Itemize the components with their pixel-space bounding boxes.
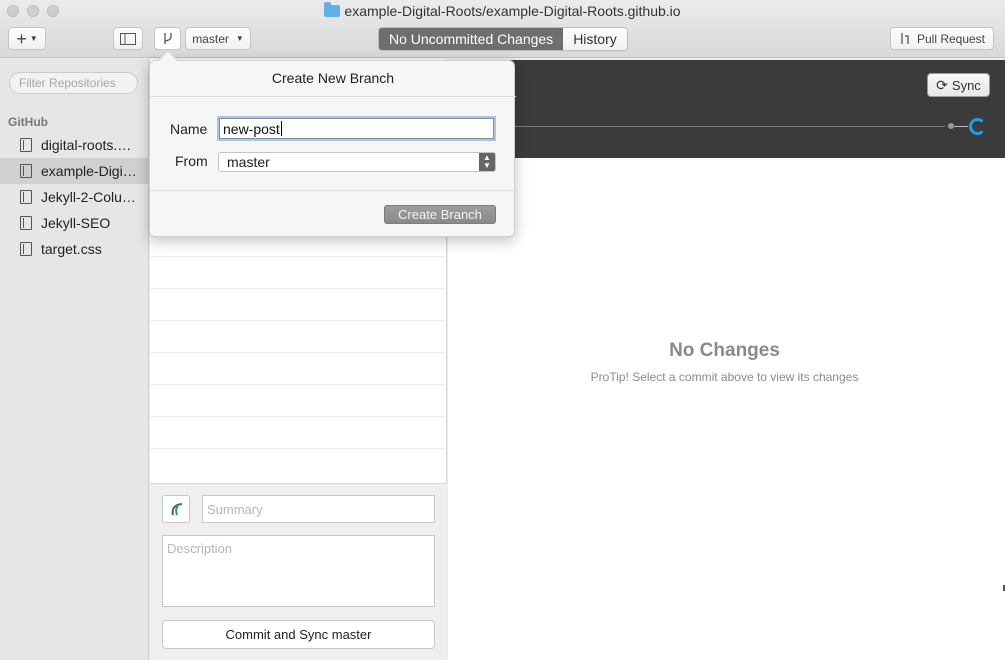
sidebar-icon bbox=[120, 32, 136, 45]
commit-panel: Summary Description Commit and Sync mast… bbox=[150, 483, 447, 660]
repo-icon bbox=[20, 242, 32, 256]
summary-input[interactable]: Summary bbox=[202, 495, 435, 523]
timeline-current-ring[interactable] bbox=[969, 118, 986, 135]
name-label: Name bbox=[170, 121, 208, 137]
list-divider bbox=[150, 448, 447, 449]
sidebar-item-repo[interactable]: digital-roots.gi… bbox=[0, 132, 149, 158]
history-timeline-bar: ⟳ Sync bbox=[448, 60, 1005, 158]
from-branch-select[interactable]: master ▲ ▼ bbox=[218, 152, 496, 172]
branch-select[interactable]: master ▼ bbox=[185, 27, 251, 50]
repo-label: digital-roots.gi… bbox=[41, 137, 138, 153]
sidebar-item-repo[interactable]: Jekyll-2-Colu… bbox=[0, 184, 149, 210]
plus-icon: + bbox=[16, 28, 27, 49]
sidebar-item-repo[interactable]: Jekyll-SEO bbox=[0, 210, 149, 236]
tab-uncommitted-changes[interactable]: No Uncommitted Changes bbox=[379, 28, 564, 50]
text-cursor bbox=[280, 121, 282, 136]
chevron-down-icon: ▼ bbox=[29, 34, 38, 43]
repo-label: Jekyll-SEO bbox=[41, 215, 111, 231]
window-title: example-Digital-Roots/example-Digital-Ro… bbox=[0, 2, 1005, 19]
empty-state-hint: ProTip! Select a commit above to view it… bbox=[590, 370, 859, 384]
empty-state-title: No Changes bbox=[669, 340, 780, 361]
sync-label: Sync bbox=[951, 77, 981, 93]
description-input[interactable]: Description bbox=[162, 535, 435, 607]
sync-icon: ⟳ bbox=[936, 76, 948, 93]
pull-request-label: Pull Request bbox=[916, 31, 986, 46]
branch-name-value: new-post bbox=[223, 120, 280, 137]
divider bbox=[150, 96, 516, 97]
sidebar-section-github: GitHub bbox=[8, 115, 48, 129]
repo-icon bbox=[20, 164, 32, 178]
from-label: From bbox=[175, 153, 208, 169]
branch-select-label: master bbox=[192, 31, 229, 46]
repo-label: Jekyll-2-Colu… bbox=[41, 189, 136, 205]
branch-icon bbox=[163, 33, 172, 44]
list-divider bbox=[150, 288, 447, 289]
repo-icon bbox=[20, 190, 32, 204]
branch-name-input[interactable]: new-post bbox=[217, 116, 496, 141]
popover-title: Create New Branch bbox=[271, 70, 395, 86]
sidebar-item-repo[interactable]: example-Digit… bbox=[0, 158, 149, 184]
repo-icon bbox=[20, 216, 32, 230]
divider bbox=[150, 190, 516, 191]
chevron-down-icon: ▼ bbox=[235, 34, 244, 43]
pull-request-icon bbox=[901, 33, 909, 44]
repo-label: target.css bbox=[41, 241, 102, 257]
branch-button[interactable] bbox=[154, 27, 181, 50]
list-divider bbox=[150, 256, 447, 257]
timeline-segment bbox=[954, 126, 968, 127]
folder-icon bbox=[324, 2, 341, 17]
repo-icon bbox=[20, 138, 32, 152]
toggle-sidebar-button[interactable] bbox=[113, 27, 143, 50]
list-divider bbox=[150, 352, 447, 353]
repo-label: example-Digit… bbox=[41, 163, 138, 179]
repository-sidebar: Filter Repositories GitHub digital-roots… bbox=[0, 59, 149, 660]
sidebar-item-repo[interactable]: target.css bbox=[0, 236, 149, 262]
commit-and-sync-button[interactable]: Commit and Sync master bbox=[162, 620, 435, 649]
filter-repositories-input[interactable]: Filter Repositories bbox=[9, 72, 138, 94]
list-divider bbox=[150, 320, 447, 321]
avatar bbox=[162, 495, 190, 523]
view-mode-tabs: No Uncommitted Changes History bbox=[378, 27, 628, 51]
sync-button[interactable]: ⟳ Sync bbox=[927, 73, 990, 97]
updown-chevron-icon: ▲ ▼ bbox=[479, 153, 495, 171]
list-divider bbox=[150, 416, 447, 417]
diff-panel bbox=[448, 158, 1005, 660]
window-title-text: example-Digital-Roots/example-Digital-Ro… bbox=[344, 3, 681, 19]
user-logo-icon bbox=[171, 503, 183, 516]
tab-history[interactable]: History bbox=[563, 28, 627, 50]
create-branch-button[interactable]: Create Branch bbox=[384, 205, 496, 224]
create-branch-popover: Create New Branch Name new-post From mas… bbox=[149, 50, 516, 237]
add-button[interactable]: + ▼ bbox=[8, 27, 46, 50]
from-branch-value: master bbox=[227, 154, 270, 170]
pull-request-button[interactable]: Pull Request bbox=[890, 27, 994, 50]
title-bar: example-Digital-Roots/example-Digital-Ro… bbox=[0, 0, 1005, 58]
list-divider bbox=[150, 384, 447, 385]
timeline-line bbox=[448, 126, 945, 127]
